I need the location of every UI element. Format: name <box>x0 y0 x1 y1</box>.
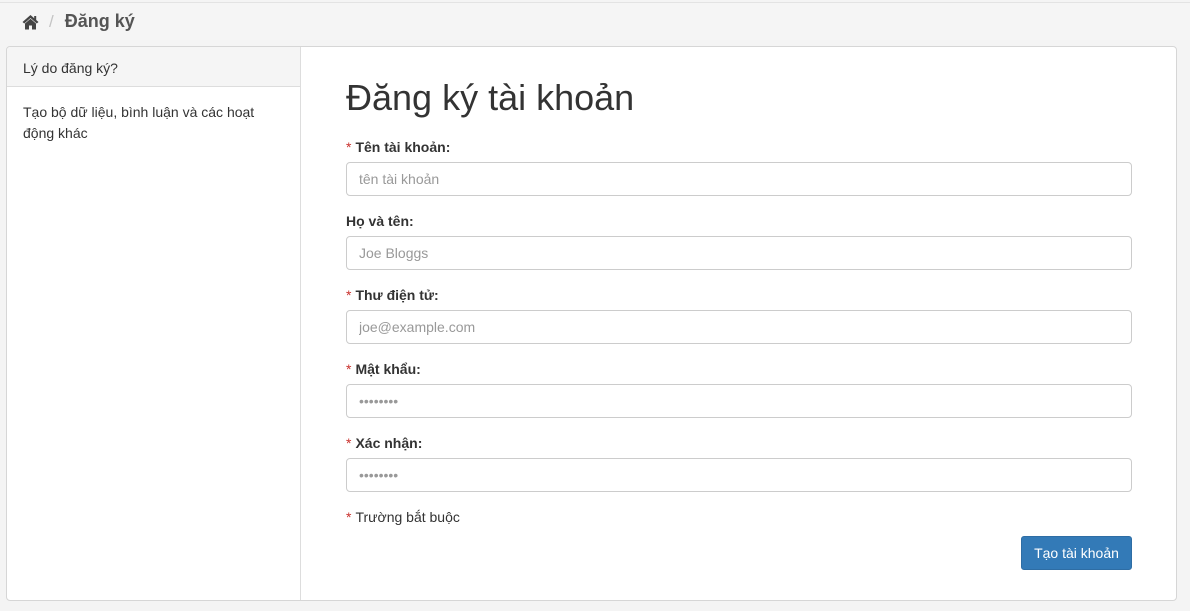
username-input[interactable] <box>346 162 1132 196</box>
email-field-group: * Thư điện tử: <box>346 286 1132 344</box>
required-note-text: Trường bắt buộc <box>355 509 460 525</box>
register-form: Đăng ký tài khoản *Tên tài khoản: Họ và … <box>301 47 1176 600</box>
required-marker: * <box>346 361 352 377</box>
fullname-input[interactable] <box>346 236 1132 270</box>
home-icon[interactable] <box>22 14 39 30</box>
breadcrumb: / Đăng ký <box>0 2 1190 40</box>
confirm-label-text: Xác nhận: <box>355 435 423 451</box>
required-marker: * <box>346 509 352 525</box>
username-label-text: Tên tài khoản: <box>355 139 451 155</box>
breadcrumb-separator: / <box>49 11 54 31</box>
required-marker: * <box>346 139 352 155</box>
username-label: * Tên tài khoản: <box>346 138 1132 156</box>
create-account-button[interactable]: Tạo tài khoản <box>1021 536 1132 570</box>
email-input[interactable] <box>346 310 1132 344</box>
sidebar-body: Tạo bộ dữ liệu, bình luận và các hoạt độ… <box>23 104 255 141</box>
required-note: * Trường bắt buộc <box>346 509 460 525</box>
main-panel: Lý do đăng ký? Tạo bộ dữ liệu, bình luận… <box>6 46 1177 601</box>
confirm-field-group: * Xác nhận: <box>346 434 1132 492</box>
breadcrumb-current: Đăng ký <box>64 11 135 31</box>
password-field-group: * Mật khẩu: <box>346 360 1132 418</box>
confirm-password-input[interactable] <box>346 458 1132 492</box>
page-title: Đăng ký tài khoản <box>346 77 635 118</box>
fullname-field-group: Họ và tên: <box>346 212 1132 270</box>
fullname-label-text: Họ và tên: <box>346 213 414 229</box>
required-marker: * <box>346 287 352 303</box>
username-field-group: * Tên tài khoản: <box>346 138 1132 196</box>
required-marker: * <box>346 435 352 451</box>
sidebar-header: Lý do đăng ký? <box>7 47 300 87</box>
password-label-text: Mật khẩu: <box>355 361 421 377</box>
password-label: * Mật khẩu: <box>346 360 1132 378</box>
fullname-label: Họ và tên: <box>346 212 1132 230</box>
page: / Đăng ký Lý do đăng ký? Tạo bộ dữ liệu,… <box>0 0 1190 611</box>
confirm-label: * Xác nhận: <box>346 434 1132 452</box>
sidebar: Lý do đăng ký? Tạo bộ dữ liệu, bình luận… <box>7 47 301 600</box>
email-label: * Thư điện tử: <box>346 286 1132 304</box>
password-input[interactable] <box>346 384 1132 418</box>
email-label-text: Thư điện tử: <box>355 287 439 303</box>
